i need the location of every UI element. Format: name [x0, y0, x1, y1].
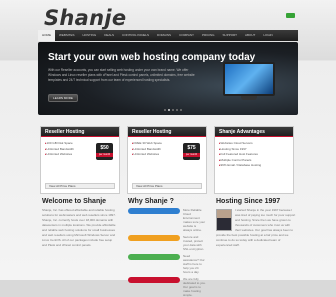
- why-text: More Reliable Cloud Environment makes su…: [183, 208, 206, 232]
- slider-dot[interactable]: [172, 109, 174, 111]
- nav-item-pricing[interactable]: PRICING: [198, 30, 219, 41]
- why-text: Secure and trusted, protect your data wi…: [183, 235, 205, 251]
- nav-item-websites[interactable]: WEBSITES: [55, 30, 79, 41]
- slider-dot[interactable]: [176, 109, 178, 111]
- why-text: We are fully dedicated to you. Our goal …: [183, 277, 206, 297]
- welcome-section: Welcome to Shanje Shanje, Inc. has offer…: [42, 198, 118, 248]
- box-title: Reseller Hosting: [41, 127, 119, 137]
- why-item: Secure and trusted, protect your data wi…: [128, 235, 206, 251]
- header-action-button[interactable]: [286, 13, 295, 18]
- why-item: Need assistance? Our staff is here to he…: [128, 254, 206, 274]
- nav-item-home[interactable]: HOME: [38, 30, 55, 41]
- price-period: per month: [96, 153, 113, 157]
- nav-item-control-panels[interactable]: CONTROL PANELS: [118, 30, 153, 41]
- nav-item-about[interactable]: ABOUT: [241, 30, 259, 41]
- nav-item-login[interactable]: LOGIN: [259, 30, 276, 41]
- reseller-box-1: Reseller Hosting 100 GB Disk Space Unlim…: [40, 126, 120, 194]
- globe-icon: [128, 208, 180, 214]
- why-text: Need assistance? Our staff is here to he…: [183, 254, 205, 274]
- feature-list: Websites Cloud Servers Hosting Since 199…: [215, 137, 293, 169]
- advantages-box: Shanje Advantages Websites Cloud Servers…: [214, 126, 294, 194]
- nav-item-support[interactable]: SUPPORT: [219, 30, 241, 41]
- why-item: We are fully dedicated to you. Our goal …: [128, 277, 206, 297]
- nav-item-hosting[interactable]: HOSTING: [79, 30, 101, 41]
- since-section: Hosting Since 1997 I started Shanje in t…: [216, 198, 296, 248]
- nav-item-domains[interactable]: DOMAINS: [153, 30, 175, 41]
- monitor-image: [223, 62, 275, 96]
- main-nav: HOME WEBSITES HOSTING DEALS CONTROL PANE…: [38, 30, 298, 41]
- slider-dot[interactable]: [180, 109, 182, 111]
- nav-item-company[interactable]: COMPANY: [175, 30, 198, 41]
- site-logo[interactable]: Shanje: [44, 6, 126, 30]
- why-title: Why Shanje ?: [128, 198, 174, 205]
- box-title: Reseller Hosting: [128, 127, 206, 137]
- nav-item-deals[interactable]: DEALS: [100, 30, 118, 41]
- box-title: Shanje Advantages: [215, 127, 293, 137]
- hero-text: With our Reseller accounts, you can star…: [48, 68, 195, 82]
- support-icon: [128, 254, 180, 260]
- price-amount: $50: [100, 145, 109, 151]
- page: Shanje HOME WEBSITES HOSTING DEALS CONTR…: [0, 0, 336, 297]
- welcome-text: Shanje, Inc. has offered affordable and …: [42, 208, 116, 247]
- monitor-stand: [241, 96, 257, 100]
- view-plans-link[interactable]: View All Price Plans: [132, 183, 202, 189]
- reseller-box-2: Reseller Hosting FREE 30 Web Space Unlim…: [127, 126, 207, 194]
- price-amount: $75: [187, 145, 196, 151]
- slider-dots: [164, 109, 182, 111]
- lock-icon: [128, 235, 180, 241]
- slider-dot-active[interactable]: [168, 109, 170, 111]
- check-icon: [128, 277, 180, 283]
- slider-dot[interactable]: [164, 109, 166, 111]
- price-tag[interactable]: $75 per month: [183, 143, 200, 160]
- since-title: Hosting Since 1997: [216, 198, 281, 205]
- why-section: Why Shanje ? More Reliable Cloud Environ…: [128, 198, 206, 297]
- why-item: More Reliable Cloud Environment makes su…: [128, 208, 206, 232]
- view-plans-link[interactable]: View All Price Plans: [45, 183, 115, 189]
- hero-banner: Start your own web hosting company today…: [38, 42, 298, 115]
- welcome-title: Welcome to Shanje: [42, 198, 107, 205]
- feature-item: 99% Email / Database Hosting: [219, 163, 289, 169]
- price-period: per month: [183, 153, 200, 157]
- learn-more-button[interactable]: LEARN MORE: [48, 94, 78, 102]
- founder-photo: [216, 209, 232, 231]
- price-tag[interactable]: $50 per month: [96, 143, 113, 160]
